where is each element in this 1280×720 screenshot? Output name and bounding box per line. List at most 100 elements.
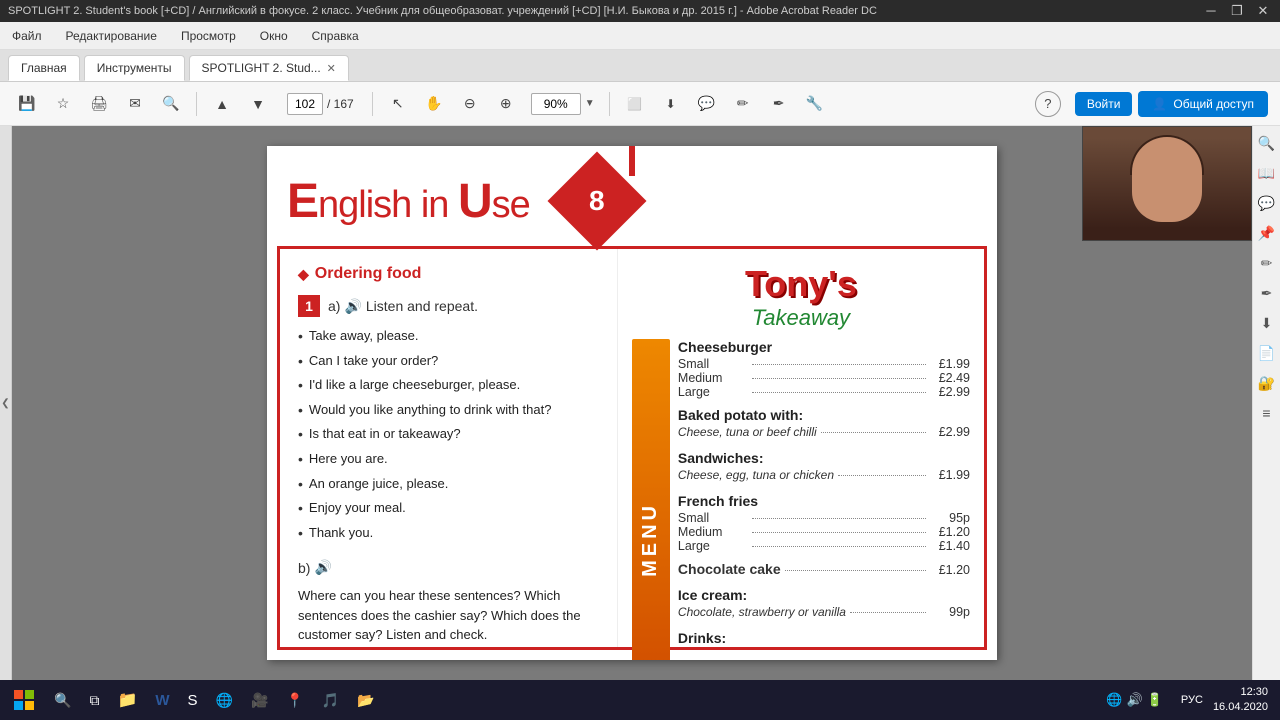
- sidebar-highlight-icon[interactable]: ✏: [1256, 252, 1278, 274]
- email-button[interactable]: ✉: [120, 90, 150, 118]
- menu-chocolate-cake: Chocolate cake £1.20: [678, 561, 970, 579]
- next-page-button[interactable]: ▼: [243, 90, 273, 118]
- battery-icon[interactable]: 🔋: [1147, 692, 1163, 708]
- taskbar-skype[interactable]: S: [180, 682, 206, 718]
- webcam-overlay: [1082, 126, 1252, 241]
- hand-tool[interactable]: ✋: [419, 90, 449, 118]
- phrase-8: Enjoy your meal.: [298, 499, 599, 519]
- menu-view[interactable]: Просмотр: [177, 27, 240, 45]
- task-view-button[interactable]: ⧉: [81, 682, 107, 718]
- price-4: £2.99: [930, 425, 970, 439]
- page-number-input[interactable]: [287, 93, 323, 115]
- phrase-7: An orange juice, please.: [298, 475, 599, 495]
- zoom-input[interactable]: [531, 93, 581, 115]
- restore-button[interactable]: ❐: [1228, 3, 1246, 19]
- sidebar-comment-icon[interactable]: 💬: [1256, 192, 1278, 214]
- cat-baked-name: Baked potato with:: [678, 407, 970, 423]
- prev-page-button[interactable]: ▲: [207, 90, 237, 118]
- sidebar-attachment-icon[interactable]: 📌: [1256, 222, 1278, 244]
- menu-file[interactable]: Файл: [8, 27, 46, 45]
- tab-home[interactable]: Главная: [8, 55, 80, 81]
- sidebar-scroll-icon[interactable]: ≡: [1256, 402, 1278, 424]
- network-icon[interactable]: 🌐: [1106, 692, 1122, 708]
- close-button[interactable]: ✕: [1254, 3, 1272, 19]
- dots-5: [838, 475, 926, 476]
- highlight-button[interactable]: ✏: [728, 90, 758, 118]
- webcam-video: [1083, 127, 1251, 240]
- zoom-dropdown-icon[interactable]: ▼: [585, 98, 595, 109]
- menu-row-fries-m: Medium £1.20: [678, 525, 970, 539]
- menu-window[interactable]: Окно: [256, 27, 292, 45]
- menu-bar: Файл Редактирование Просмотр Окно Справк…: [0, 22, 1280, 50]
- scroll-button[interactable]: ⬇: [656, 90, 686, 118]
- zoom-out-button[interactable]: ⊖: [455, 90, 485, 118]
- price-7: £1.20: [930, 525, 970, 539]
- taskbar-word[interactable]: W: [147, 682, 177, 718]
- document-area[interactable]: English in Use 8 ◆ Ordering food: [12, 126, 1252, 680]
- sidebar-bookmark-icon[interactable]: 📖: [1256, 162, 1278, 184]
- sidebar-tool-icon[interactable]: ⬇: [1256, 312, 1278, 334]
- search-taskbar-button[interactable]: 🔍: [46, 682, 79, 718]
- search-button[interactable]: 🔍: [156, 90, 186, 118]
- taskbar-zoom[interactable]: 🎥: [243, 682, 276, 718]
- tab-close-icon[interactable]: ✕: [327, 62, 336, 75]
- taskbar-files[interactable]: 📂: [349, 682, 382, 718]
- audio-icon[interactable]: 🔊: [344, 298, 361, 315]
- menu-cheeseburger: Cheeseburger Small £1.99 Medium £2.49: [678, 339, 970, 399]
- volume-icon[interactable]: 🔊: [1127, 692, 1143, 708]
- dots-3: [752, 392, 926, 393]
- share-button[interactable]: 👤 Общий доступ: [1138, 91, 1268, 117]
- start-button[interactable]: [4, 682, 44, 718]
- price-5: £1.99: [930, 468, 970, 482]
- cursor-tool[interactable]: ↖: [383, 90, 413, 118]
- ice-sub: Chocolate, strawberry or vanilla: [678, 605, 846, 619]
- audio-icon-b[interactable]: 🔊: [314, 559, 331, 576]
- phrase-5: Is that eat in or takeaway?: [298, 425, 599, 445]
- menu-sandwiches: Sandwiches: Cheese, egg, tuna or chicken…: [678, 450, 970, 485]
- stamp-button[interactable]: 🔧: [800, 90, 830, 118]
- menu-help[interactable]: Справка: [308, 27, 363, 45]
- tab-doc[interactable]: SPOTLIGHT 2. Stud... ✕: [189, 55, 349, 81]
- sidebar-zoom-icon[interactable]: 🔍: [1256, 132, 1278, 154]
- tab-tools[interactable]: Инструменты: [84, 55, 185, 81]
- divider-3: [609, 92, 610, 116]
- taskbar-yandex[interactable]: 🌐: [208, 682, 241, 718]
- cat-sandwiches-name: Sandwiches:: [678, 450, 970, 466]
- fit-page-button[interactable]: ⬜: [620, 90, 650, 118]
- sidebar-security-icon[interactable]: 🔐: [1256, 372, 1278, 394]
- choc-name: Chocolate cake: [678, 561, 781, 577]
- comment-button[interactable]: 💬: [692, 90, 722, 118]
- print-button[interactable]: 🖨: [84, 90, 114, 118]
- taskbar-media[interactable]: 🎵: [314, 682, 347, 718]
- webcam-face: [1132, 137, 1202, 222]
- page-title: English in Use: [287, 174, 530, 229]
- menu-drinks: Drinks:: [678, 630, 970, 646]
- sidebar-export-icon[interactable]: 📄: [1256, 342, 1278, 364]
- bookmark-button[interactable]: ☆: [48, 90, 78, 118]
- share-label: Общий доступ: [1173, 97, 1254, 111]
- menu-row-fries-s: Small 95p: [678, 511, 970, 525]
- divider-2: [372, 92, 373, 116]
- signin-button[interactable]: Войти: [1075, 92, 1133, 116]
- menu-edit[interactable]: Редактирование: [62, 27, 161, 45]
- save-button[interactable]: 💾: [12, 90, 42, 118]
- system-clock[interactable]: 12:30 16.04.2020: [1213, 685, 1276, 716]
- restaurant-subtitle: Takeaway: [632, 305, 970, 331]
- page-total: / 167: [327, 97, 354, 111]
- taskbar-maps[interactable]: 📍: [278, 682, 311, 718]
- sidebar-sign-icon[interactable]: ✒: [1256, 282, 1278, 304]
- phrase-6: Here you are.: [298, 450, 599, 470]
- tab-doc-label: SPOTLIGHT 2. Stud...: [202, 61, 321, 75]
- listen-label: Listen and repeat.: [366, 298, 478, 314]
- minimize-button[interactable]: ─: [1202, 3, 1220, 19]
- menu-ice-cream: Ice cream: Chocolate, strawberry or vani…: [678, 587, 970, 622]
- taskbar-explorer[interactable]: 📁: [109, 682, 145, 718]
- zoom-in-button[interactable]: ⊕: [491, 90, 521, 118]
- price-3: £2.99: [930, 385, 970, 399]
- language-indicator[interactable]: РУС: [1177, 694, 1207, 706]
- sign-button[interactable]: ✒: [764, 90, 794, 118]
- window-controls[interactable]: ─ ❐ ✕: [1202, 3, 1272, 19]
- help-button[interactable]: ?: [1035, 91, 1061, 117]
- menu-row-ice: Chocolate, strawberry or vanilla 99p: [678, 605, 970, 622]
- left-panel-toggle[interactable]: ❮: [0, 126, 12, 680]
